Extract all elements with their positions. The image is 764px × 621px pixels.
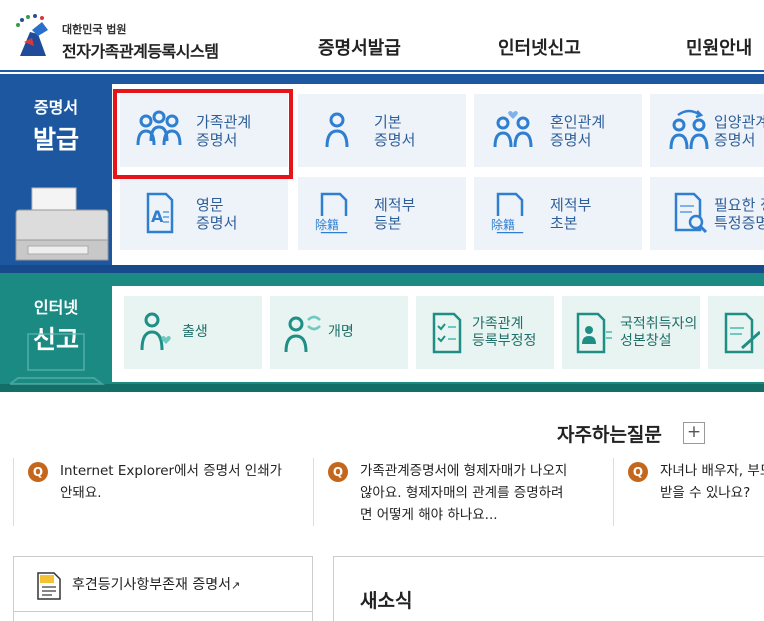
tile-basic-cert[interactable]: 기본 증명서 — [298, 94, 466, 167]
adoption-icon — [669, 109, 709, 150]
register-document-icon: 除籍 — [314, 192, 360, 234]
nav-issue[interactable]: 증명서발급 — [318, 34, 401, 60]
q-badge-icon: Q — [628, 462, 648, 482]
cert-box-divider — [14, 611, 312, 612]
tile-rename-report-label: 개명 — [328, 324, 354, 340]
svg-text:A: A — [151, 207, 164, 226]
tile-adoption-cert-label: 입양관계 증명서 — [714, 113, 764, 149]
search-document-icon — [674, 192, 708, 234]
court-logo-icon[interactable] — [12, 12, 56, 60]
tile-birth-report[interactable]: 출생 — [124, 296, 262, 369]
guardianship-cert-link[interactable]: 후견등기사항부존재 증명서↗ — [72, 574, 240, 594]
tile-register-correction[interactable]: 가족관계 등록부정정 — [416, 296, 554, 369]
tile-specific-cert[interactable]: 필요한 정보만특정증명서 — [650, 177, 764, 250]
q-badge-icon: Q — [328, 462, 348, 482]
checklist-icon — [432, 312, 462, 354]
seal-text: 除籍 — [315, 217, 339, 232]
tile-specific-cert-label: 필요한 정보만특정증명서 — [714, 196, 764, 232]
id-card-icon — [576, 312, 612, 354]
couple-heart-icon — [493, 111, 533, 148]
faq-item[interactable]: Q 자녀나 배우자, 부모가받을 수 있나요? — [613, 458, 764, 526]
faq-question: Internet Explorer에서 증명서 인쇄가 안돼요. — [60, 463, 283, 501]
faq-item[interactable]: Q Internet Explorer에서 증명서 인쇄가 안돼요. — [13, 458, 313, 526]
tile-removed-register-extract[interactable]: 除籍 제적부 초본 — [474, 177, 642, 250]
site-header: 대한민국 법원 전자가족관계등록시스템 증명서발급 인터넷신고 민원안내 — [0, 0, 764, 72]
tile-marriage-cert-label: 혼인관계 증명서 — [550, 113, 606, 149]
tile-removed-register-copy-label: 제적부 등본 — [374, 196, 416, 232]
news-box: 새소식 — [333, 556, 764, 621]
rename-icon — [284, 315, 321, 353]
seal-text: 除籍 — [491, 217, 515, 232]
tile-birth-report-label: 출생 — [182, 324, 208, 340]
faq-question: 가족관계증명서에 형제자매가 나오지 않아요. 형제자매의 관계를 증명하려 면 어… — [360, 463, 568, 523]
english-document-icon: A — [146, 192, 174, 234]
issue-label-line1: 증명서 — [33, 98, 79, 117]
tile-register-correction-label: 가족관계 등록부정정 — [472, 316, 537, 349]
register-document-icon: 除籍 — [490, 192, 536, 234]
external-link-icon: ↗ — [231, 579, 241, 592]
tile-naturalized-surname-label: 국적취득자의 성본창설 — [620, 316, 698, 349]
tile-basic-cert-label: 기본 증명서 — [374, 113, 416, 149]
tile-removed-register-extract-label: 제적부 초본 — [550, 196, 592, 232]
family-icon — [136, 110, 182, 146]
person-icon — [325, 112, 349, 148]
tile-removed-register-copy[interactable]: 除籍 제적부 등본 — [298, 177, 466, 250]
document-icon — [37, 572, 61, 600]
laptop-illustration-icon — [10, 333, 105, 385]
printer-illustration-icon — [15, 187, 109, 261]
logo-title[interactable]: 전자가족관계등록시스템 — [62, 38, 219, 62]
nav-guide[interactable]: 민원안내 — [686, 34, 752, 60]
tile-english-cert-label: 영문 증명서 — [196, 196, 238, 232]
issue-band-stripe — [0, 265, 764, 273]
faq-title[interactable]: 자주하는질문 — [557, 420, 662, 447]
tile-family-cert[interactable]: 가족관계 증명서 — [120, 94, 288, 167]
faq-item[interactable]: Q 가족관계증명서에 형제자매가 나오지 않아요. 형제자매의 관계를 증명하려 면… — [313, 458, 613, 526]
tile-write-report[interactable] — [708, 296, 764, 369]
birth-icon — [140, 312, 171, 351]
tile-adoption-cert[interactable]: 입양관계 증명서 — [650, 94, 764, 167]
issue-section-label: 증명서 발급 — [0, 94, 112, 156]
nav-declare[interactable]: 인터넷신고 — [498, 34, 581, 60]
logo-subtitle: 대한민국 법원 — [62, 23, 127, 36]
q-badge-icon: Q — [28, 462, 48, 482]
declare-label-line1: 인터넷 — [33, 298, 79, 317]
faq-more-button[interactable]: + — [683, 422, 705, 444]
declare-band-stripe — [0, 384, 764, 392]
tile-english-cert[interactable]: A 영문 증명서 — [120, 177, 288, 250]
tile-family-cert-label: 가족관계 증명서 — [196, 113, 252, 149]
tile-marriage-cert[interactable]: 혼인관계 증명서 — [474, 94, 642, 167]
news-title[interactable]: 새소식 — [360, 586, 412, 613]
tile-naturalized-surname[interactable]: 국적취득자의 성본창설 — [562, 296, 700, 369]
issue-label-line2: 발급 — [32, 125, 79, 154]
faq-question: 자녀나 배우자, 부모가받을 수 있나요? — [660, 463, 764, 501]
write-icon — [724, 312, 760, 354]
guardianship-cert-box: 후견등기사항부존재 증명서↗ — [13, 556, 313, 621]
tile-rename-report[interactable]: 개명 — [270, 296, 408, 369]
